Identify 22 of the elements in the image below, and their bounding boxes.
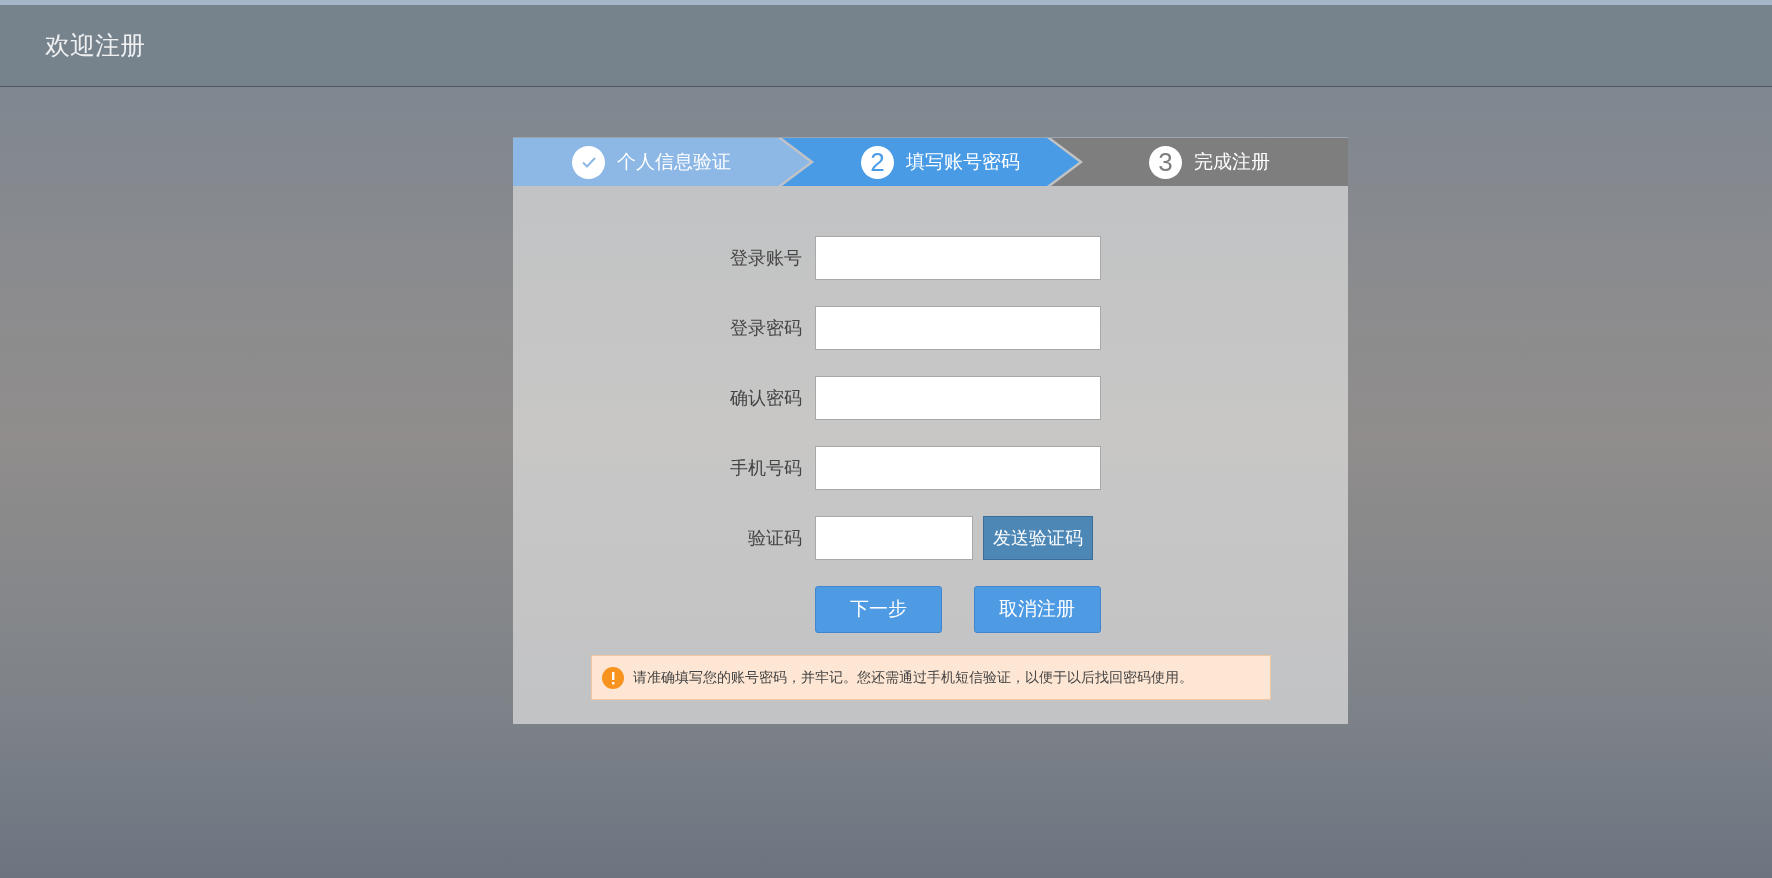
step-number: 3 (1149, 145, 1182, 179)
step-number: 2 (861, 145, 894, 179)
step-label: 完成注册 (1194, 149, 1270, 174)
send-code-button[interactable]: 发送验证码 (982, 516, 1093, 560)
field-label: 登录账号 (728, 246, 802, 270)
input-field[interactable] (814, 446, 1101, 490)
action-button[interactable]: 下一步 (814, 586, 942, 633)
field-label: 验证码 (746, 526, 802, 550)
action-button[interactable]: 取消注册 (973, 586, 1101, 633)
notice-text: 请准确填写您的账号密码，并牢记。您还需通过手机短信验证，以便于以后找回密码使用。 (632, 668, 1193, 687)
field-label: 登录密码 (728, 316, 802, 340)
step-label: 填写账号密码 (906, 149, 1020, 174)
step-label: 个人信息验证 (617, 149, 731, 174)
check-icon (572, 145, 605, 179)
field-label: 确认密码 (728, 386, 802, 410)
input-field[interactable] (814, 516, 973, 560)
field-label: 手机号码 (728, 456, 802, 480)
input-field[interactable] (814, 306, 1101, 350)
page-title: 欢迎注册 (45, 29, 145, 61)
input-field[interactable] (814, 236, 1101, 280)
warning-icon (601, 666, 624, 689)
input-field[interactable] (814, 376, 1101, 420)
